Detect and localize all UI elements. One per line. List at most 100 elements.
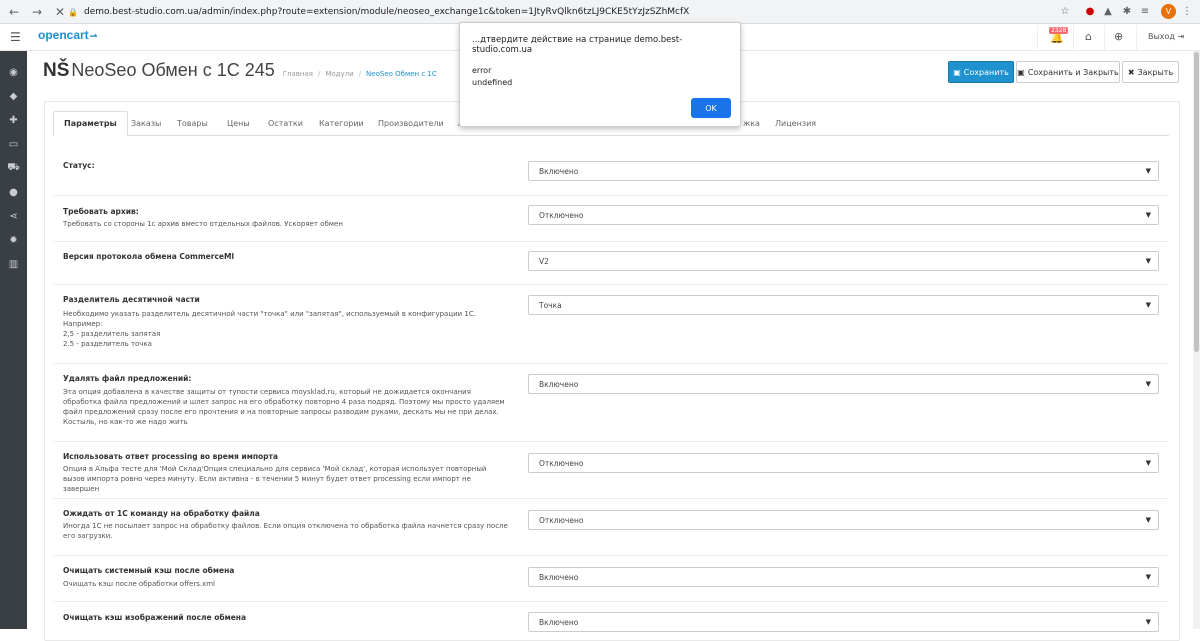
chevron-down-icon: ▼ xyxy=(1145,618,1151,626)
chart-icon[interactable]: ▥ xyxy=(6,257,21,272)
setting-help: Необходимо указать разделитель десятично… xyxy=(63,310,476,348)
save-icon: ▣ xyxy=(953,67,961,77)
page-title: NeoSeo Обмен с 1С 245 xyxy=(71,60,275,80)
select-value: Включено xyxy=(539,166,579,176)
breadcrumb-current[interactable]: NeoSeo Обмен с 1С xyxy=(366,70,437,78)
setting-row-delete-offers: Удалять файл предложений: Эта опция доба… xyxy=(53,364,1169,442)
setting-help: Опция в Альфа тесте для 'Мой Склад'Опция… xyxy=(63,465,487,493)
breadcrumb-modules[interactable]: Модули xyxy=(325,70,353,78)
chevron-down-icon: ▼ xyxy=(1145,380,1151,388)
setting-row-wait-command: Ожидать от 1С команду на обработку файла… xyxy=(53,499,1169,556)
setting-row-processing: Использовать ответ processing во время и… xyxy=(53,442,1169,499)
setting-row-require-archive: Требовать архив: Требовать со стороны 1с… xyxy=(53,196,1169,242)
header-divider xyxy=(1037,25,1038,51)
tab-stock[interactable]: Остатки xyxy=(258,111,313,136)
tab-products[interactable]: Товары xyxy=(167,111,218,136)
setting-label: Разделитель десятичной части xyxy=(63,295,200,304)
cart-icon[interactable]: ⛟ xyxy=(6,161,21,176)
select-value: Включено xyxy=(539,572,579,582)
require-archive-select[interactable]: Отключено ▼ xyxy=(528,205,1159,225)
save-and-close-button[interactable]: ▣ Сохранить и Закрыть xyxy=(1016,61,1120,83)
user-icon[interactable]: ● xyxy=(6,185,21,200)
chevron-down-icon: ▼ xyxy=(1145,167,1151,175)
setting-label: Ожидать от 1С команду на обработку файла xyxy=(63,509,260,518)
setting-label: Очищать кэш изображений после обмена xyxy=(63,613,247,622)
setting-label: Удалять файл предложений: xyxy=(63,374,192,383)
page-header: NŠ NeoSeo Обмен с 1С 245 Главная / Модул… xyxy=(43,60,437,88)
sidebar: ◉ ◆ ✚ ▭ ⛟ ● ⋖ ✹ ▥ xyxy=(0,51,27,629)
setting-help: Требовать со стороны 1с архив вместо отд… xyxy=(63,220,343,228)
tab-orders[interactable]: Заказы xyxy=(121,111,171,136)
confirm-dialog: ...дтвердите действие на странице demo.b… xyxy=(459,22,741,127)
header-divider xyxy=(1104,25,1105,51)
clear-image-cache-select[interactable]: Включено ▼ xyxy=(528,612,1159,632)
delete-offers-select[interactable]: Включено ▼ xyxy=(528,374,1159,394)
setting-row-clear-image-cache: Очищать кэш изображений после обмена Вкл… xyxy=(53,602,1169,632)
home-icon[interactable]: ⌂ xyxy=(1085,30,1092,43)
chevron-down-icon: ▼ xyxy=(1145,573,1151,581)
forward-icon[interactable]: → xyxy=(28,3,46,21)
logout-icon: ⇥ xyxy=(1177,32,1185,41)
menu-toggle-icon[interactable]: ☰ xyxy=(10,30,24,44)
extension-icon[interactable]: ▲ xyxy=(1101,4,1115,18)
notification-badge: 2328 xyxy=(1049,27,1069,34)
tab-prices[interactable]: Цены xyxy=(217,111,260,136)
share-icon[interactable]: ⋖ xyxy=(6,209,21,224)
close-button[interactable]: ✖ Закрыть xyxy=(1122,61,1179,83)
setting-help: Иногда 1С не посылает запрос на обработк… xyxy=(63,522,508,540)
select-value: Точка xyxy=(539,300,562,310)
status-select[interactable]: Включено ▼ xyxy=(528,161,1159,181)
decimal-separator-select[interactable]: Точка ▼ xyxy=(528,295,1159,315)
monitor-icon[interactable]: ▭ xyxy=(6,137,21,152)
setting-row-protocol-version: Версия протокола обмена CommerceMl V2 ▼ xyxy=(53,242,1169,285)
reload-icon[interactable]: ✕ xyxy=(51,3,69,21)
select-value: Отключено xyxy=(539,210,584,220)
puzzle-icon[interactable]: ✚ xyxy=(6,113,21,128)
setting-label: Требовать архив: xyxy=(63,207,139,216)
profile-avatar[interactable]: V xyxy=(1161,4,1176,19)
save-close-label: Сохранить и Закрыть xyxy=(1027,67,1119,77)
tab-license[interactable]: Лицензия xyxy=(765,111,826,136)
address-bar[interactable]: 🔒 demo.best-studio.com.ua/admin/index.ph… xyxy=(68,3,1078,21)
breadcrumb-separator: / xyxy=(318,70,321,78)
extension-red-icon[interactable]: ● xyxy=(1083,4,1097,18)
save-button[interactable]: ▣ Сохранить xyxy=(948,61,1014,83)
scrollbar-thumb[interactable] xyxy=(1194,52,1199,352)
puzzle-icon[interactable]: ✱ xyxy=(1120,4,1134,18)
header-divider xyxy=(1073,25,1074,51)
select-value: V2 xyxy=(539,256,549,266)
breadcrumb-home[interactable]: Главная xyxy=(283,70,313,78)
logo-text: opencart xyxy=(38,28,89,42)
ok-button[interactable]: OK xyxy=(691,98,731,118)
gear-icon[interactable]: ✹ xyxy=(6,233,21,248)
lock-icon: 🔒 xyxy=(68,7,78,17)
breadcrumb-separator: / xyxy=(358,70,362,78)
menu-dots-icon[interactable]: ⋮ xyxy=(1180,4,1194,18)
chevron-down-icon: ▼ xyxy=(1145,211,1151,219)
header-divider xyxy=(1136,25,1137,51)
protocol-version-select[interactable]: V2 ▼ xyxy=(528,251,1159,271)
star-icon[interactable]: ☆ xyxy=(1058,4,1072,18)
wait-command-select[interactable]: Отключено ▼ xyxy=(528,510,1159,530)
chevron-down-icon: ▼ xyxy=(1145,257,1151,265)
setting-row-clear-system-cache: Очищать системный кэш после обмена Очища… xyxy=(53,556,1169,602)
clear-system-cache-select[interactable]: Включено ▼ xyxy=(528,567,1159,587)
save-label: Сохранить xyxy=(963,67,1009,77)
tab-parameters[interactable]: Параметры xyxy=(53,111,128,136)
tab-manufacturers[interactable]: Производители xyxy=(368,111,454,136)
media-icon[interactable]: ≡ xyxy=(1138,4,1152,18)
select-value: Включено xyxy=(539,617,579,627)
setting-label: Использовать ответ processing во время и… xyxy=(63,452,278,461)
tab-categories[interactable]: Категории xyxy=(309,111,374,136)
dashboard-icon[interactable]: ◉ xyxy=(6,65,21,80)
select-value: Включено xyxy=(539,379,579,389)
close-label: Закрыть xyxy=(1137,67,1174,77)
tag-icon[interactable]: ◆ xyxy=(6,89,21,104)
back-icon[interactable]: ← xyxy=(5,3,23,21)
setting-help: Очищать кэш после обработки offers.xml xyxy=(63,580,216,588)
processing-select[interactable]: Отключено ▼ xyxy=(528,453,1159,473)
globe-icon[interactable]: ⊕ xyxy=(1114,30,1123,43)
logout-link[interactable]: Выход ⇥ xyxy=(1148,32,1184,41)
opencart-logo[interactable]: opencart⇀ xyxy=(38,28,97,42)
setting-label: Статус: xyxy=(63,161,95,170)
